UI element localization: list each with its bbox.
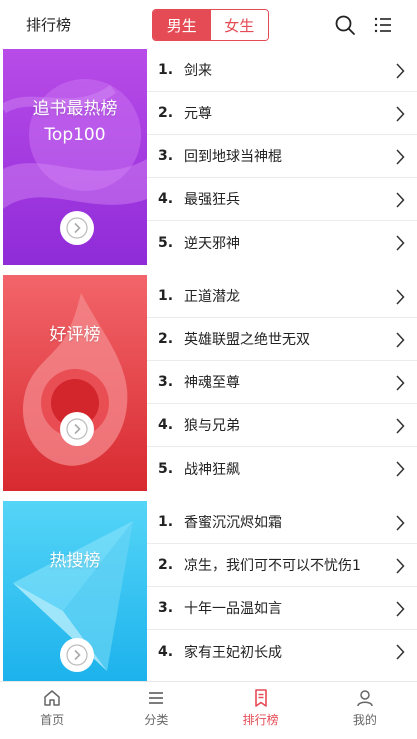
chevron-right-icon xyxy=(396,332,405,348)
home-indicator xyxy=(0,733,417,739)
rank-number: 3. xyxy=(158,374,174,390)
rank-number: 5. xyxy=(158,234,174,251)
chevron-right-icon xyxy=(396,149,405,165)
banner-praise[interactable]: 好评榜 xyxy=(3,275,147,491)
banner-praise-arrow-icon[interactable] xyxy=(60,412,94,446)
list-item[interactable]: 1. 香蜜沉沉烬如霜 xyxy=(147,501,417,544)
banner-hot-title: 追书最热榜 xyxy=(32,99,118,119)
list-item[interactable]: 5. 逆天邪神 xyxy=(147,221,417,264)
list-item[interactable]: 1. 正道潜龙 xyxy=(147,275,417,318)
rank-number: 1. xyxy=(158,62,174,78)
tab-male[interactable]: 男生 xyxy=(153,10,211,40)
chevron-right-icon xyxy=(396,558,405,574)
chevron-right-icon xyxy=(396,515,405,531)
chevron-right-icon xyxy=(396,192,405,208)
list-item[interactable]: 3. 神魂至尊 xyxy=(147,361,417,404)
book-title: 正道潜龙 xyxy=(184,289,240,305)
list-item[interactable]: 2. 凉生，我们可不可以不忧伤1 xyxy=(147,544,417,587)
banner-search-title: 热搜榜 xyxy=(49,551,101,571)
bottom-nav: 首页 分类 排行榜 我的 xyxy=(0,681,417,733)
list-item[interactable]: 4. 狼与兄弟 xyxy=(147,404,417,447)
book-list-praise: 1. 正道潜龙 2. 英雄联盟之绝世无双 3. 神魂至尊 4. 狼与兄弟 5. … xyxy=(147,275,417,490)
list-item[interactable]: 3. 回到地球当神棍 xyxy=(147,135,417,178)
banner-hot-subtitle: Top100 xyxy=(44,125,106,145)
list-menu-icon[interactable] xyxy=(372,14,394,36)
book-title: 剑来 xyxy=(184,63,212,79)
book-title: 狼与兄弟 xyxy=(184,418,240,434)
rank-number: 1. xyxy=(158,514,174,530)
chevron-right-icon xyxy=(396,601,405,617)
book-title: 逆天邪神 xyxy=(184,235,240,252)
nav-home-label: 首页 xyxy=(40,712,65,727)
ranking-icon xyxy=(254,688,267,707)
chevron-right-icon xyxy=(396,235,405,251)
book-list-search: 1. 香蜜沉沉烬如霜 2. 凉生，我们可不可以不忧伤1 3. 十年一品温如言 4… xyxy=(147,501,417,673)
banner-search-arrow-icon[interactable] xyxy=(60,638,94,672)
book-title: 英雄联盟之绝世无双 xyxy=(184,332,310,348)
rank-number: 2. xyxy=(158,557,174,573)
chevron-right-icon xyxy=(396,418,405,434)
rank-number: 3. xyxy=(158,600,174,616)
book-title: 凉生，我们可不可以不忧伤1 xyxy=(184,558,361,574)
rank-number: 4. xyxy=(158,417,174,433)
rank-number: 4. xyxy=(158,191,174,207)
ranking-section-praise: 好评榜 1. 正道潜龙 2. 英雄联盟之绝世无双 3. 神魂至尊 4. 狼与兄弟… xyxy=(0,275,417,491)
rank-number: 5. xyxy=(158,460,174,477)
banner-hot-arrow-icon[interactable] xyxy=(60,211,94,245)
nav-ranking[interactable]: 排行榜 xyxy=(209,682,313,733)
book-title: 回到地球当神棍 xyxy=(184,149,282,165)
chevron-right-icon xyxy=(396,63,405,79)
chevron-right-icon xyxy=(396,289,405,305)
book-title: 最强狂兵 xyxy=(184,192,240,208)
gender-toggle: 男生 女生 xyxy=(152,9,269,41)
rank-number: 1. xyxy=(158,288,174,304)
home-icon xyxy=(44,689,60,706)
chevron-right-icon xyxy=(396,461,405,477)
book-title: 神魂至尊 xyxy=(184,375,240,391)
banner-hot[interactable]: 追书最热榜 Top100 xyxy=(3,49,147,265)
banner-praise-background xyxy=(3,275,147,491)
chevron-right-icon xyxy=(396,375,405,391)
nav-profile[interactable]: 我的 xyxy=(313,682,417,733)
book-title: 香蜜沉沉烬如霜 xyxy=(184,515,282,531)
banner-praise-title: 好评榜 xyxy=(49,325,101,345)
nav-ranking-label: 排行榜 xyxy=(242,712,279,727)
chevron-right-icon xyxy=(396,644,405,660)
book-title: 战神狂飙 xyxy=(184,461,240,478)
tab-female[interactable]: 女生 xyxy=(210,10,268,40)
category-icon xyxy=(149,691,164,704)
list-item[interactable]: 5. 战神狂飙 xyxy=(147,447,417,490)
ranking-section-search: 热搜榜 1. 香蜜沉沉烬如霜 2. 凉生，我们可不可以不忧伤1 3. 十年一品温… xyxy=(0,501,417,681)
chevron-right-icon xyxy=(396,106,405,122)
list-item[interactable]: 4. 家有王妃初长成 xyxy=(147,630,417,673)
nav-category-label: 分类 xyxy=(144,712,169,727)
list-item[interactable]: 4. 最强狂兵 xyxy=(147,178,417,221)
list-item[interactable]: 2. 元尊 xyxy=(147,92,417,135)
list-item[interactable]: 1. 剑来 xyxy=(147,49,417,92)
search-icon[interactable] xyxy=(334,14,356,36)
rank-number: 3. xyxy=(158,148,174,164)
banner-search[interactable]: 热搜榜 xyxy=(3,501,147,681)
rank-number: 2. xyxy=(158,331,174,347)
app-header: 排行榜 男生 女生 xyxy=(0,0,417,48)
profile-icon xyxy=(357,689,373,706)
list-item[interactable]: 2. 英雄联盟之绝世无双 xyxy=(147,318,417,361)
rank-number: 4. xyxy=(158,643,174,660)
list-item[interactable]: 3. 十年一品温如言 xyxy=(147,587,417,630)
book-title: 家有王妃初长成 xyxy=(184,644,282,661)
rank-number: 2. xyxy=(158,105,174,121)
book-list-hot: 1. 剑来 2. 元尊 3. 回到地球当神棍 4. 最强狂兵 5. 逆天邪神 xyxy=(147,49,417,264)
book-title: 元尊 xyxy=(184,106,212,122)
book-title: 十年一品温如言 xyxy=(184,601,282,617)
page-title: 排行榜 xyxy=(26,16,72,34)
nav-home[interactable]: 首页 xyxy=(0,682,104,733)
ranking-section-hot: 追书最热榜 Top100 1. 剑来 2. 元尊 3. 回到地球当神棍 4. 最… xyxy=(0,49,417,265)
nav-category[interactable]: 分类 xyxy=(104,682,208,733)
nav-profile-label: 我的 xyxy=(352,712,377,727)
